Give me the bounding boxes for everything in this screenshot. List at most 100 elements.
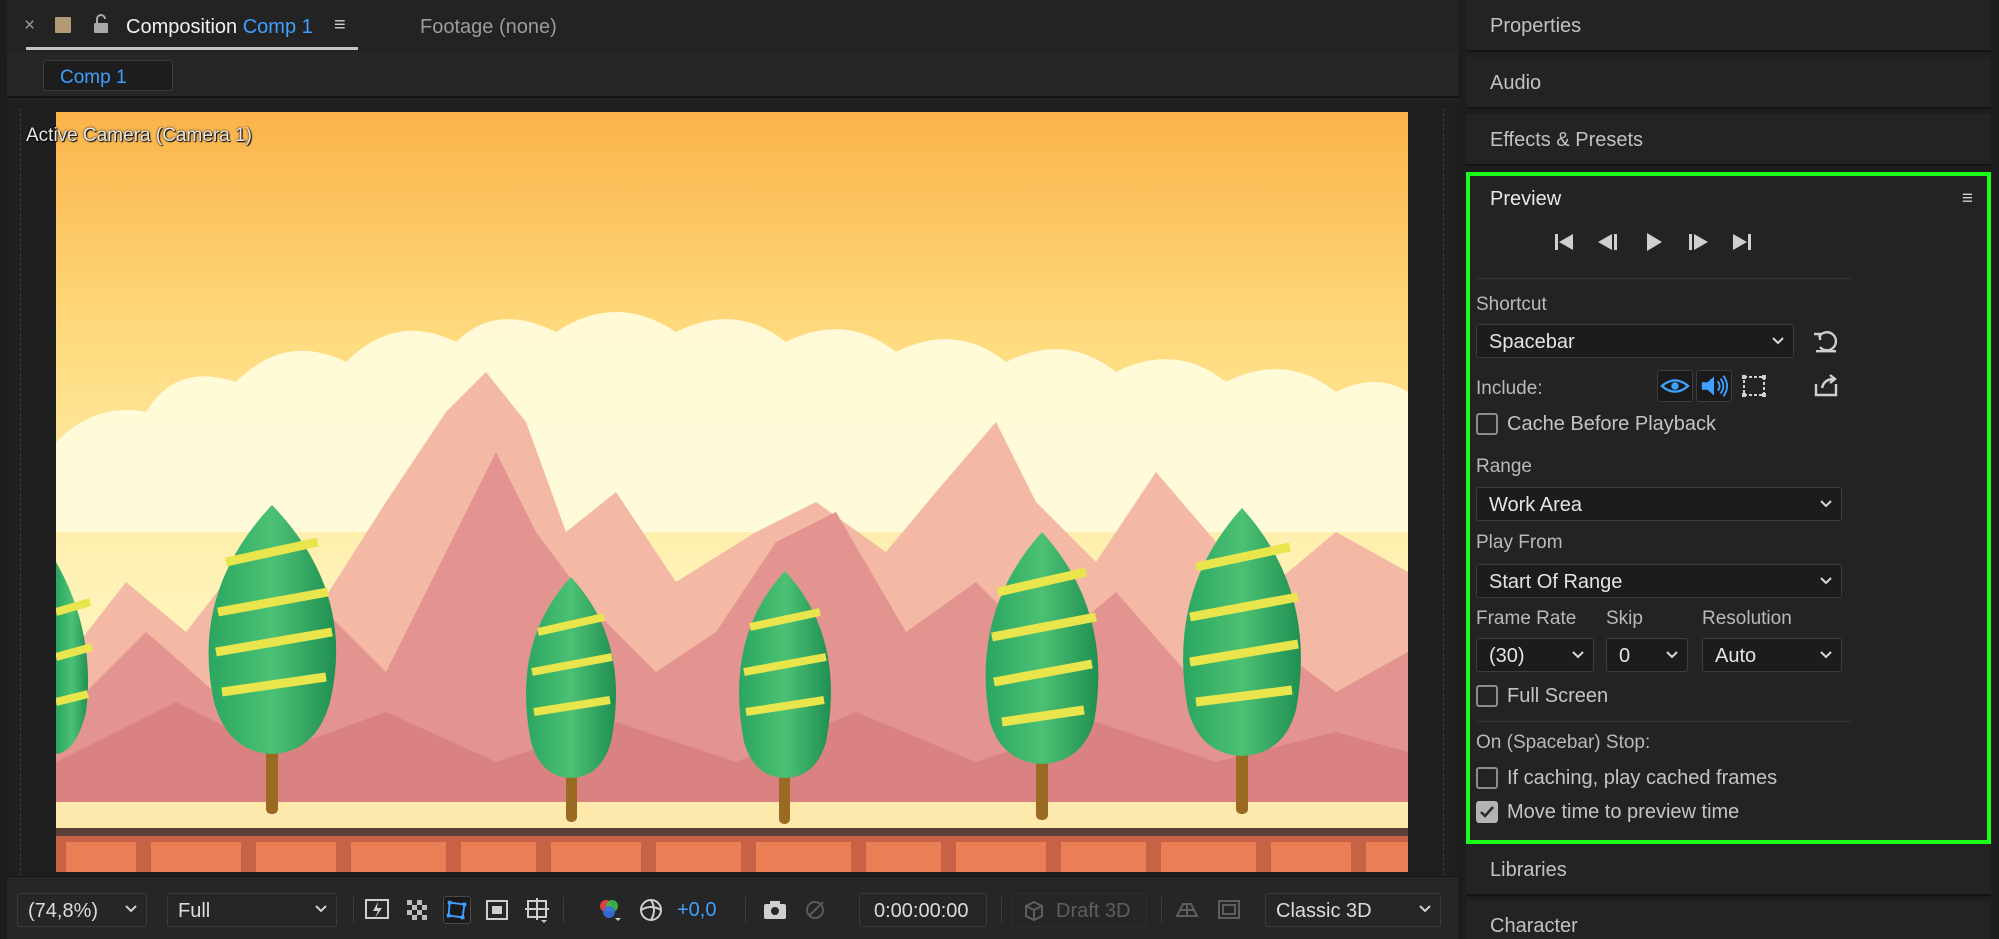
chevron-down-icon xyxy=(1572,651,1584,659)
play-from-value: Start Of Range xyxy=(1489,571,1623,593)
composition-tab-title[interactable]: Composition Comp 1 xyxy=(126,16,313,39)
panel-menu-icon[interactable]: ≡ xyxy=(1962,188,1973,210)
shortcut-dropdown[interactable]: Spacebar xyxy=(1476,324,1794,358)
toolbar-separator xyxy=(1001,897,1002,923)
draft-3d-icon xyxy=(1025,900,1043,922)
show-channel-icon[interactable] xyxy=(595,896,623,924)
character-panel-header[interactable]: Character xyxy=(1466,900,1991,939)
active-camera-label: Active Camera (Camera 1) xyxy=(26,125,252,146)
camera-snapshot-icon[interactable] xyxy=(761,896,789,924)
composition-tab-bar: × Composition Comp 1 ≡ Footage (none) xyxy=(7,0,1458,52)
full-screen-box xyxy=(1476,685,1498,707)
resolution-value: Full xyxy=(178,900,211,922)
lock-icon[interactable] xyxy=(92,14,110,34)
transparency-grid-icon[interactable] xyxy=(403,896,431,924)
chevron-down-icon xyxy=(1666,651,1678,659)
play-from-label: Play From xyxy=(1476,532,1563,553)
chevron-down-icon xyxy=(1820,651,1832,659)
close-tab-icon[interactable]: × xyxy=(24,16,35,36)
comp-navigator-bar: Comp 1 xyxy=(7,52,1458,98)
if-caching-label: If caching, play cached frames xyxy=(1507,767,1778,789)
frame-rate-value: (30) xyxy=(1489,645,1525,667)
active-tab-underline xyxy=(26,47,358,50)
step-back-icon[interactable] xyxy=(1594,230,1622,254)
skip-to-end-icon[interactable] xyxy=(1728,230,1756,254)
step-forward-icon[interactable] xyxy=(1684,230,1712,254)
toolbar-separator xyxy=(353,897,354,923)
preview-panel-title: Preview xyxy=(1490,188,1562,210)
panel-menu-icon[interactable]: ≡ xyxy=(334,14,346,37)
character-panel-title: Character xyxy=(1490,915,1578,937)
viewer-bottom-toolbar: (74,8%) Full +0,0 0:00:00:00 Draft 3D Cl… xyxy=(7,876,1458,939)
3d-view-layout-icon[interactable] xyxy=(1215,896,1243,924)
chevron-down-icon xyxy=(1772,337,1784,345)
draft-3d-toggle[interactable]: Draft 3D xyxy=(1011,893,1147,927)
renderer-value: Classic 3D xyxy=(1276,900,1372,922)
reset-exposure-icon[interactable] xyxy=(637,896,665,924)
exposure-value[interactable]: +0,0 xyxy=(677,899,716,922)
toolbar-separator xyxy=(563,897,564,923)
chevron-down-icon xyxy=(125,905,137,913)
skip-to-start-icon[interactable] xyxy=(1550,230,1578,254)
composition-viewer[interactable]: Active Camera (Camera 1) xyxy=(7,100,1458,876)
preview-panel: Preview ≡ Shortcut Spacebar Include: Cac… xyxy=(1466,172,1991,844)
shortcut-value: Spacebar xyxy=(1489,331,1575,353)
cache-before-playback-label: Cache Before Playback xyxy=(1507,413,1717,435)
magnification-dropdown[interactable]: (74,8%) xyxy=(17,893,147,927)
play-icon[interactable] xyxy=(1640,230,1668,254)
region-of-interest-icon[interactable] xyxy=(483,896,511,924)
shortcut-label: Shortcut xyxy=(1476,294,1547,315)
export-icon[interactable] xyxy=(1810,370,1842,402)
composition-scene-image xyxy=(56,112,1408,872)
effects-presets-panel-title: Effects & Presets xyxy=(1490,129,1644,151)
comp-breadcrumb-chip[interactable]: Comp 1 xyxy=(43,60,173,91)
audio-speaker-icon[interactable] xyxy=(1696,370,1732,402)
section-divider xyxy=(1476,721,1852,722)
magnification-value: (74,8%) xyxy=(28,900,99,922)
full-screen-label: Full Screen xyxy=(1507,685,1609,707)
current-time-display[interactable]: 0:00:00:00 xyxy=(859,893,987,927)
playback-controls xyxy=(1470,226,1987,260)
label-color-swatch[interactable] xyxy=(55,17,71,33)
chevron-down-icon xyxy=(1419,905,1431,913)
include-label: Include: xyxy=(1476,378,1543,399)
show-snapshot-icon[interactable] xyxy=(801,896,829,924)
preview-resolution-value: Auto xyxy=(1715,645,1757,667)
composition-panel: × Composition Comp 1 ≡ Footage (none) Co… xyxy=(7,0,1458,939)
audio-panel-title: Audio xyxy=(1490,72,1542,94)
right-panel-stack: Properties Audio Effects & Presets Previ… xyxy=(1466,0,1999,939)
cache-before-playback-box xyxy=(1476,413,1498,435)
frame-rate-dropdown[interactable]: (30) xyxy=(1476,638,1594,672)
libraries-panel-header[interactable]: Libraries xyxy=(1466,844,1991,896)
play-from-dropdown[interactable]: Start Of Range xyxy=(1476,564,1842,598)
composition-tab-prefix: Composition xyxy=(126,16,238,38)
current-time-value: 0:00:00:00 xyxy=(874,900,969,922)
footage-tab[interactable]: Footage (none) xyxy=(420,16,557,39)
video-eye-icon[interactable] xyxy=(1657,370,1693,402)
renderer-dropdown[interactable]: Classic 3D xyxy=(1265,893,1441,927)
reset-shortcut-icon[interactable] xyxy=(1810,325,1842,357)
fast-previews-icon[interactable] xyxy=(363,896,391,924)
toolbar-separator xyxy=(745,897,746,923)
effects-presets-panel-header[interactable]: Effects & Presets xyxy=(1466,114,1991,166)
skip-dropdown[interactable]: 0 xyxy=(1606,638,1688,672)
resolution-dropdown[interactable]: Full xyxy=(167,893,337,927)
properties-panel-title: Properties xyxy=(1490,15,1582,37)
libraries-panel-title: Libraries xyxy=(1490,859,1567,881)
composition-tab-comp-name: Comp 1 xyxy=(242,16,313,38)
chevron-down-icon xyxy=(315,905,327,913)
range-dropdown[interactable]: Work Area xyxy=(1476,487,1842,521)
chevron-down-icon xyxy=(1820,500,1832,508)
mask-path-visibility-icon[interactable] xyxy=(443,896,471,924)
audio-panel-header[interactable]: Audio xyxy=(1466,57,1991,109)
draft-3d-label: Draft 3D xyxy=(1056,900,1131,922)
preview-resolution-dropdown[interactable]: Auto xyxy=(1702,638,1842,672)
move-time-box xyxy=(1476,801,1498,823)
toolbar-separator xyxy=(1161,897,1162,923)
skip-label: Skip xyxy=(1606,608,1643,629)
overlays-icon[interactable] xyxy=(1736,370,1772,402)
grid-guides-icon[interactable] xyxy=(523,896,551,924)
properties-panel-header[interactable]: Properties xyxy=(1466,0,1991,52)
skip-value: 0 xyxy=(1619,645,1631,667)
3d-ground-plane-icon[interactable] xyxy=(1173,896,1201,924)
